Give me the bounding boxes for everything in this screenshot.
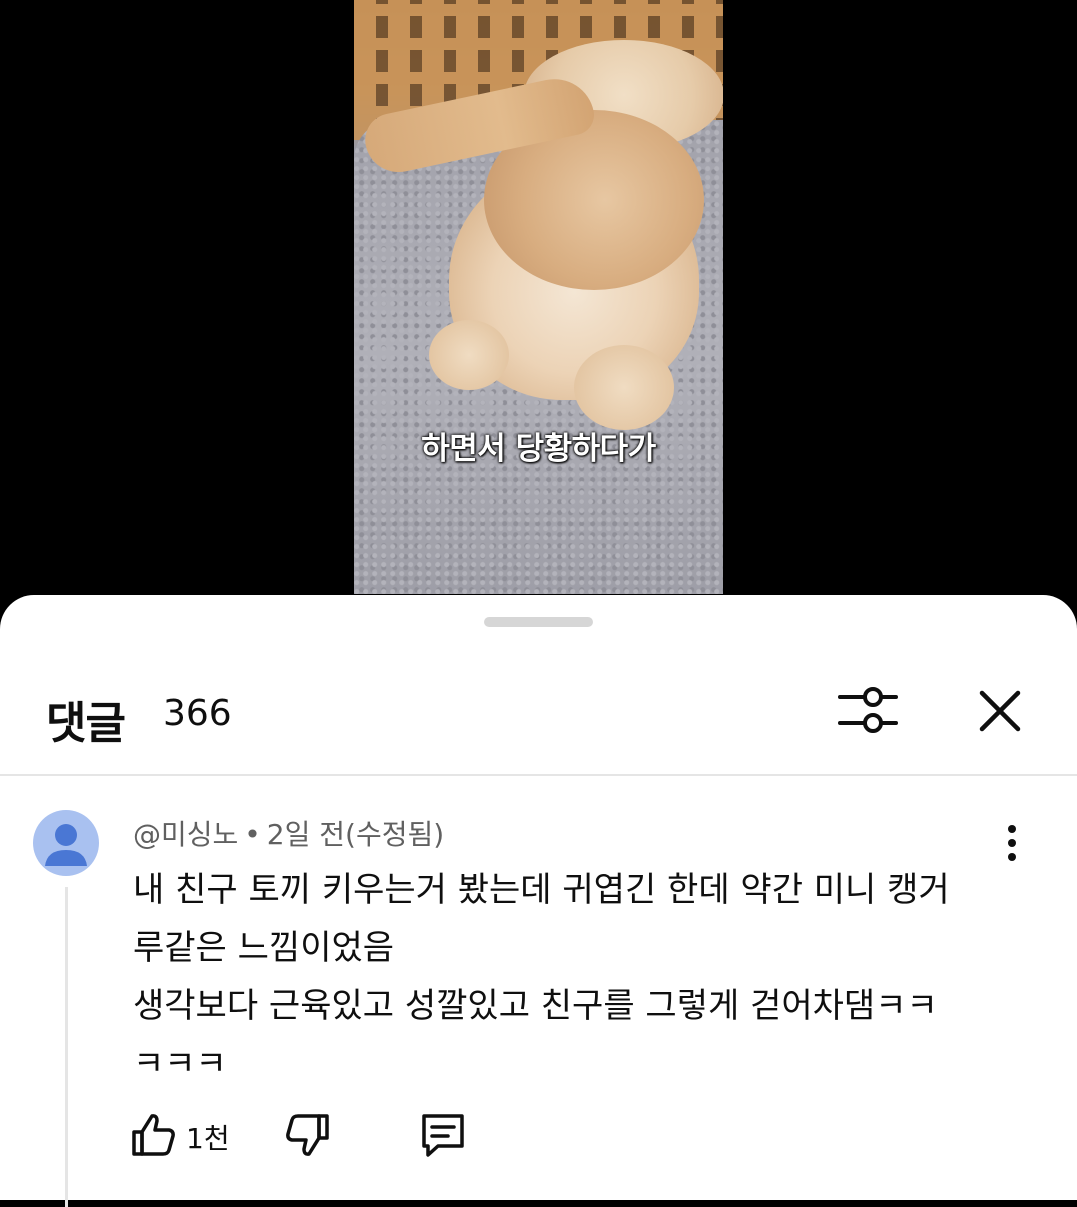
- thread-line: [65, 887, 68, 1207]
- comment-line: 생각보다 근육있고 성깔있고 친구를 그렇게 걷어차댐ㅋㅋ: [133, 986, 938, 1026]
- thumbs-down-icon: [286, 1114, 329, 1156]
- comment-line: 내 친구 토끼 키우는거 봤는데 귀엽긴 한데 약간 미니 캥거: [133, 870, 950, 910]
- meta-separator: •: [244, 818, 261, 851]
- comment-more-button[interactable]: [992, 823, 1032, 863]
- comments-title: 댓글: [46, 698, 126, 749]
- comment-author[interactable]: @미싱노: [133, 818, 238, 851]
- thumbs-up-icon: [132, 1114, 175, 1156]
- bunny-paw-right: [574, 345, 674, 430]
- header-divider: [0, 774, 1077, 776]
- dislike-button[interactable]: [283, 1110, 333, 1160]
- sort-filter-button[interactable]: [836, 683, 900, 739]
- more-vertical-icon: [1008, 825, 1016, 861]
- video-frame[interactable]: 하면서 당황하다가: [354, 0, 723, 594]
- default-avatar-icon: [45, 824, 87, 866]
- comment-line: ㅋㅋㅋ: [133, 1044, 227, 1084]
- avatar[interactable]: [33, 810, 99, 876]
- sliders-icon: [838, 687, 898, 733]
- comments-count: 366: [163, 693, 232, 734]
- video-subtitle: 하면서 당황하다가: [421, 431, 656, 467]
- video-player[interactable]: 하면서 당황하다가: [0, 0, 1077, 620]
- reply-comment-icon: [422, 1114, 464, 1157]
- like-button[interactable]: 1천: [128, 1110, 238, 1160]
- comment-time: 2일 전(수정됨): [266, 818, 445, 851]
- comments-sheet: 댓글 366 @미싱노 • 2일 전(수정됨) 내 친구 토끼 키우는거 봤는데…: [0, 595, 1077, 1207]
- comment-line: 루같은 느낌이었음: [133, 928, 395, 968]
- bunny-paw-left: [429, 320, 509, 390]
- reply-button[interactable]: [418, 1110, 468, 1160]
- drag-handle[interactable]: [484, 617, 593, 627]
- comment-text: 내 친구 토끼 키우는거 봤는데 귀엽긴 한데 약간 미니 캥거 루같은 느낌이…: [133, 861, 1013, 1093]
- comment-meta: @미싱노 • 2일 전(수정됨): [133, 813, 444, 853]
- close-icon: [979, 690, 1021, 732]
- close-button[interactable]: [972, 683, 1028, 739]
- like-count: 1천: [186, 1122, 230, 1155]
